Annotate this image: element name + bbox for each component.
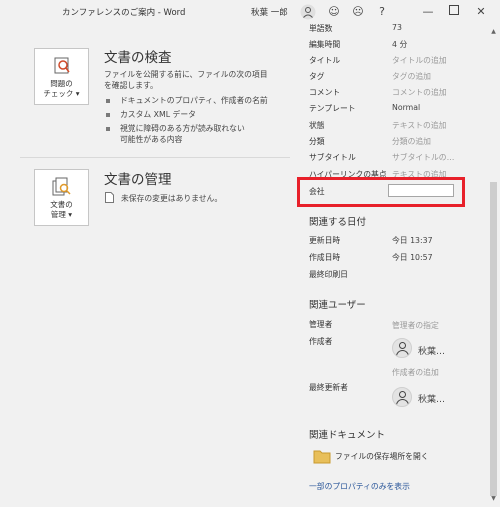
date-label-last-printed: 最終印刷日 [309, 270, 348, 279]
smile-feedback-icon[interactable]: ☺ [326, 4, 342, 20]
prop-value-status[interactable]: テキストの追加 [392, 120, 446, 131]
window-title: カンファレンスのご案内 - Word [62, 8, 186, 18]
close-icon[interactable]: ✕ [473, 4, 489, 20]
date-label-modified: 更新日時 [309, 236, 341, 245]
document-status-icon [105, 192, 114, 203]
company-highlight-box [297, 177, 465, 207]
manage-document-label: 文書の 管理 ▾ [50, 200, 73, 219]
help-icon[interactable]: ? [374, 4, 390, 20]
manage-status-text: 未保存の変更はありません。 [121, 194, 223, 203]
prop-value-comments[interactable]: コメントの追加 [392, 87, 447, 98]
prop-label-edit-time: 編集時間 [309, 40, 341, 49]
open-file-location-button[interactable]: ファイルの保存場所を開く [310, 446, 438, 468]
date-value-created: 今日 10:57 [392, 253, 433, 262]
manager-label: 管理者 [309, 320, 333, 329]
title-bar: カンファレンスのご案内 - Word 秋葉 一郎 ☺ ☹ ? — ✕ [0, 0, 500, 24]
user-name[interactable]: 秋葉 一郎 [251, 6, 288, 18]
last-modified-avatar[interactable] [392, 387, 412, 407]
related-docs-heading: 関連ドキュメント [309, 430, 386, 441]
prop-label-words: 単語数 [309, 24, 333, 33]
inspect-bullet-properties: ドキュメントのプロパティ、作成者の名前 [106, 96, 268, 105]
scroll-thumb[interactable] [490, 182, 497, 496]
last-modified-name[interactable]: 秋葉… [418, 392, 445, 405]
manage-title: 文書の管理 [104, 172, 172, 188]
inspect-description: ファイルを公開する前に、ファイルの次の項目 を確認します。 [104, 70, 268, 90]
section-divider [20, 157, 290, 158]
prop-value-subtitle[interactable]: サブタイトルの… [392, 152, 454, 163]
inspect-title: 文書の検査 [104, 50, 172, 66]
scroll-down-arrow-icon[interactable]: ▼ [487, 493, 500, 505]
prop-label-comments: コメント [309, 88, 341, 97]
date-label-created: 作成日時 [309, 253, 341, 262]
related-people-heading: 関連ユーザー [309, 300, 366, 311]
prop-label-subtitle: サブタイトル [309, 153, 356, 162]
last-modified-label: 最終更新者 [309, 383, 348, 392]
prop-value-words: 73 [392, 24, 402, 32]
manager-placeholder[interactable]: 管理者の指定 [392, 320, 439, 331]
prop-label-template: テンプレート [309, 104, 356, 113]
author-label: 作成者 [309, 337, 333, 346]
author-name[interactable]: 秋葉… [418, 344, 445, 357]
prop-value-tags[interactable]: タグの追加 [392, 71, 431, 82]
prop-value-title[interactable]: タイトルの追加 [392, 55, 447, 66]
add-author-link[interactable]: 作成者の追加 [392, 367, 439, 378]
frown-feedback-icon[interactable]: ☹ [350, 4, 366, 20]
prop-label-title: タイトル [309, 56, 341, 65]
date-value-modified: 今日 13:37 [392, 236, 433, 245]
check-for-issues-button[interactable]: 問題の チェック ▾ [34, 48, 89, 105]
prop-label-categories: 分類 [309, 137, 325, 146]
profile-icon[interactable] [300, 4, 316, 20]
open-file-location-label: ファイルの保存場所を開く [335, 452, 429, 461]
prop-value-categories[interactable]: 分類の追加 [392, 136, 431, 147]
prop-label-status: 状態 [309, 121, 325, 130]
show-fewer-properties-link[interactable]: 一部のプロパティのみを表示 [309, 481, 410, 492]
inspect-bullet-accessibility: 視覚に障碍のある方が読み取れない 可能性がある内容 [106, 124, 245, 144]
vertical-scrollbar[interactable]: ▲ ▼ [487, 24, 500, 507]
manage-document-icon [52, 177, 71, 196]
properties-panel: 単語数 73 編集時間 4 分 タイトル タイトルの追加 タグ タグの追加 コメ… [298, 24, 486, 507]
prop-value-edit-time: 4 分 [392, 40, 408, 49]
check-for-issues-label: 問題の チェック ▾ [43, 79, 80, 98]
inspect-document-icon [54, 57, 70, 74]
prop-label-tags: タグ [309, 72, 325, 81]
manage-document-button[interactable]: 文書の 管理 ▾ [34, 169, 89, 226]
maximize-icon[interactable] [446, 4, 462, 20]
minimize-icon[interactable]: — [420, 4, 436, 20]
author-avatar[interactable] [392, 338, 412, 358]
folder-icon [313, 450, 331, 464]
related-dates-heading: 関連する日付 [309, 217, 367, 228]
prop-value-template: Normal [392, 103, 421, 112]
inspect-bullet-xml: カスタム XML データ [106, 110, 196, 119]
info-left-panel: 問題の チェック ▾ 文書の検査 ファイルを公開する前に、ファイルの次の項目 を… [0, 24, 292, 507]
scroll-up-arrow-icon[interactable]: ▲ [487, 26, 500, 38]
